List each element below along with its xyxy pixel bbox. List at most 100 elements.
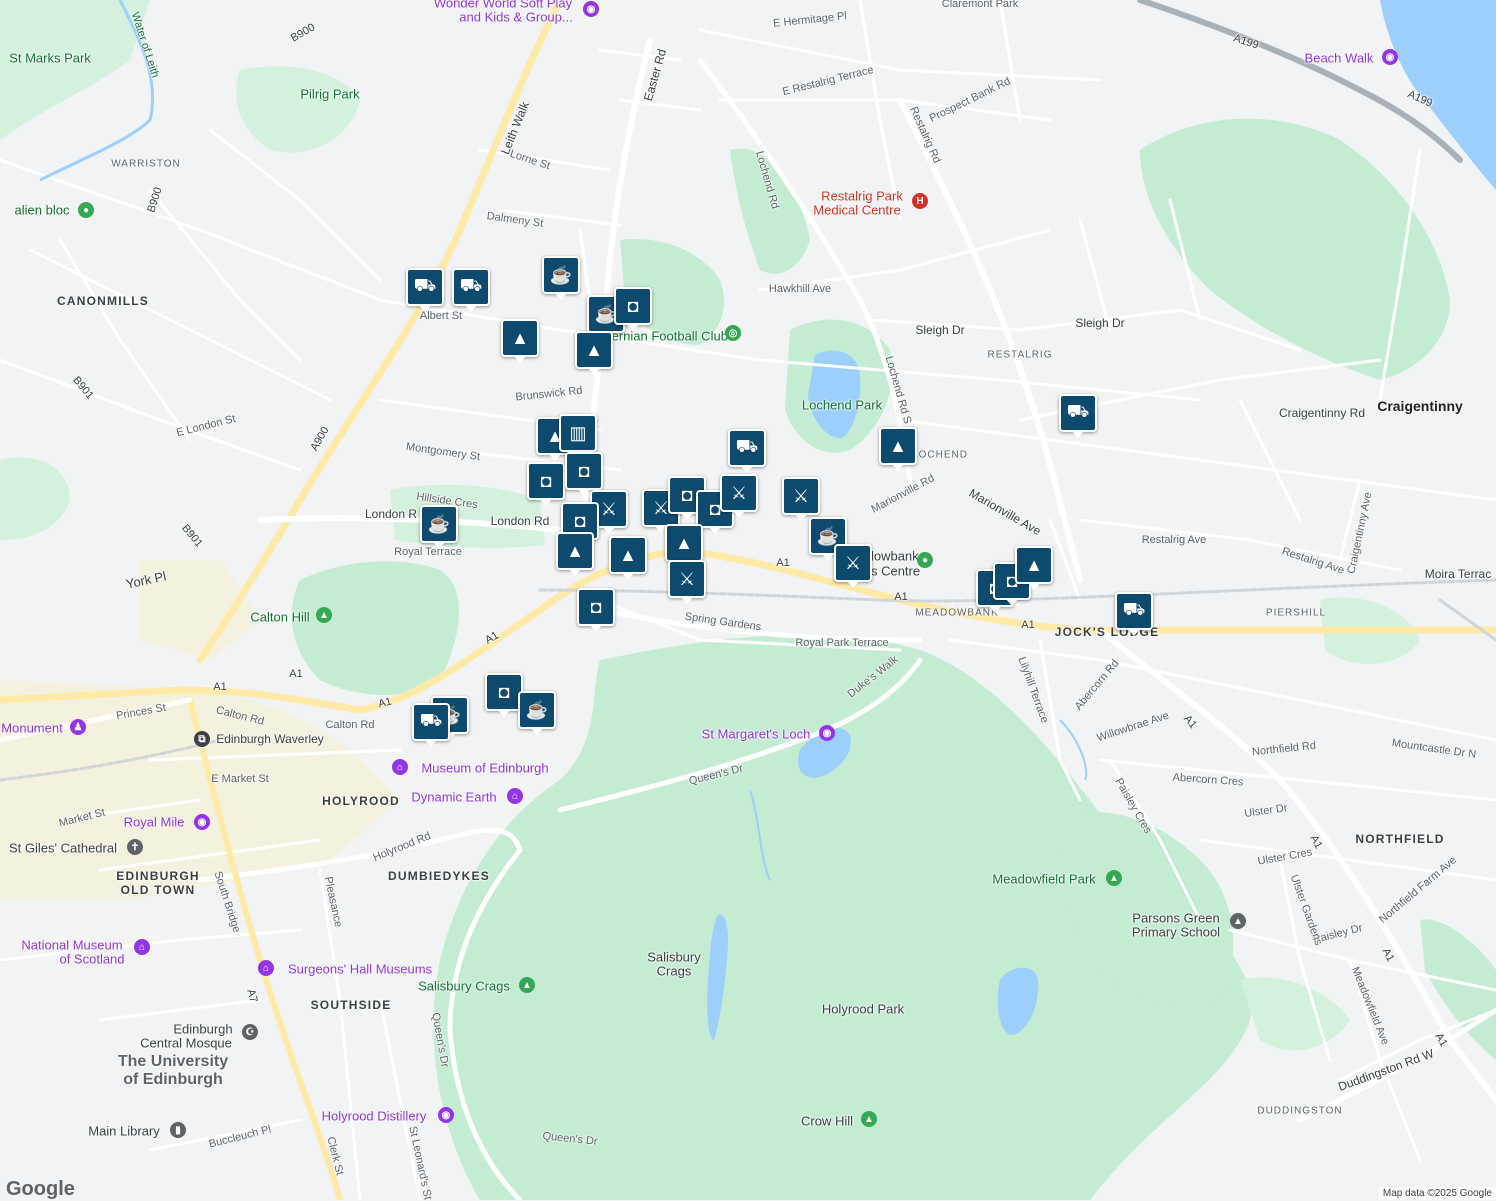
sports-icon[interactable]: ● [917, 552, 933, 568]
label-monument: Monument [1, 720, 63, 736]
school-marker[interactable]: ▲ [556, 532, 594, 576]
coffee-marker[interactable]: ☕ [420, 505, 458, 549]
shopping-bag-marker[interactable]: ◘ [565, 452, 603, 496]
restaurant-icon: ⚔ [792, 485, 810, 506]
label-northfield: NORTHFIELD [1355, 832, 1445, 846]
shopping-cart-icon: ⛟ [1122, 599, 1146, 619]
label-edinburgh-waverley: Edinburgh Waverley [216, 732, 324, 746]
label-wonder-world-2: and Kids & Group... [459, 9, 573, 25]
school-marker[interactable]: ▲ [609, 536, 647, 580]
school-icon: ▲ [889, 435, 907, 456]
tree-icon[interactable]: ▲ [316, 607, 332, 623]
school-marker[interactable]: ▲ [501, 319, 539, 363]
restaurant-icon: ⚔ [678, 568, 696, 589]
church-icon[interactable]: ✝ [127, 839, 143, 855]
label-restalrig-park-2: Medical Centre [813, 202, 901, 218]
tree-icon-2[interactable]: ▲ [519, 977, 535, 993]
school-icon: ▲ [675, 532, 693, 553]
school-marker[interactable]: ▲ [1015, 546, 1053, 590]
label-pilrig-park: Pilrig Park [300, 86, 360, 102]
shopping-bag-marker[interactable]: ◘ [527, 462, 565, 506]
train-station-icon[interactable]: ⧉ [194, 731, 210, 747]
shopping-bag-marker[interactable]: ◘ [614, 287, 652, 331]
label-moira-terrace: Moira Terrac [1424, 567, 1492, 581]
coffee-icon: ☕ [427, 513, 451, 534]
attraction-icon-2[interactable]: ◉ [819, 725, 835, 741]
label-a1-3: A1 [1021, 619, 1035, 631]
label-restalrig-ave: Restalrig Ave [1141, 534, 1207, 546]
label-southside: SOUTHSIDE [310, 998, 392, 1012]
shopping-cart-marker[interactable]: ⛟ [406, 268, 444, 312]
tree-icon-3[interactable]: ▲ [861, 1111, 877, 1127]
shopping-bag-icon: ◘ [578, 460, 590, 481]
restaurant-marker[interactable]: ⚔ [834, 544, 872, 588]
label-surgeons-hall: Surgeons' Hall Museums [287, 961, 433, 977]
school-icon[interactable]: ▲ [1230, 913, 1246, 929]
label-university-1: The University [117, 1053, 229, 1070]
museum-icon-3[interactable]: ⌂ [134, 939, 150, 955]
label-old-town: OLD TOWN [120, 883, 196, 897]
label-a1: A1 [776, 557, 790, 569]
label-duddingston: DUDDINGSTON [1257, 1105, 1343, 1117]
library-icon[interactable]: ▮ [170, 1122, 186, 1138]
attraction-icon[interactable]: ◉ [194, 814, 210, 830]
shopping-cart-icon: ⛟ [735, 436, 759, 456]
label-piershill: PIERSHILL [1265, 607, 1327, 619]
label-beach-walk: Beach Walk [1304, 50, 1374, 66]
label-salisbury: Salisbury [647, 949, 701, 965]
museum-icon-2[interactable]: ⌂ [507, 788, 523, 804]
label-crow-hill: Crow Hill [801, 1113, 853, 1129]
label-dynamic-earth: Dynamic Earth [411, 789, 497, 805]
coffee-marker[interactable]: ☕ [542, 256, 580, 300]
tree-icon-4[interactable]: ▲ [1106, 870, 1122, 886]
stadium-icon[interactable]: ◎ [725, 325, 741, 341]
attraction-icon-4[interactable]: ◉ [583, 1, 599, 17]
label-sleigh-dr-2: Sleigh Dr [1075, 316, 1125, 330]
label-parsons-green-2: Primary School [1131, 924, 1221, 940]
label-lochend-park: Lochend Park [801, 397, 883, 413]
label-lochend: LOCHEND [912, 449, 968, 461]
shopping-cart-marker[interactable]: ⛟ [728, 429, 766, 473]
google-logo: Google [6, 1178, 75, 1200]
map-attribution: Map data ©2025 Google [1378, 1187, 1496, 1200]
label-craigentinny: Craigentinny [1377, 398, 1463, 414]
monument-icon[interactable]: ♟ [70, 719, 86, 735]
restaurant-marker[interactable]: ⚔ [720, 474, 758, 518]
hospital-icon[interactable]: H [912, 193, 928, 209]
school-icon: ▲ [585, 339, 603, 360]
store-icon: ▥ [569, 422, 587, 443]
shopping-cart-marker[interactable]: ⛟ [412, 703, 450, 747]
coffee-marker[interactable]: ☕ [518, 691, 556, 735]
shopping-bag-marker[interactable]: ◘ [577, 588, 615, 632]
attraction-icon-3[interactable]: ◉ [1382, 49, 1398, 65]
label-edinburgh-mosque-1: Edinburgh [173, 1021, 233, 1037]
label-calton-hill: Calton Hill [250, 609, 310, 625]
label-hawkhill-ave: Hawkhill Ave [768, 283, 832, 295]
restaurant-icon: ⚔ [730, 482, 748, 503]
label-claremont-park: Claremont Park [941, 0, 1019, 10]
shopping-cart-marker[interactable]: ⛟ [1059, 394, 1097, 438]
shopping-cart-marker[interactable]: ⛟ [1115, 592, 1153, 636]
label-restalrig: RESTALRIG [987, 349, 1053, 361]
label-calton-rd-2: Calton Rd [325, 719, 375, 731]
store-marker[interactable]: ▥ [559, 414, 597, 458]
school-marker[interactable]: ▲ [575, 331, 613, 375]
mosque-icon[interactable]: ☪ [242, 1024, 258, 1040]
restaurant-marker[interactable]: ⚔ [782, 477, 820, 521]
alien-bloc-icon[interactable]: ● [78, 202, 94, 218]
shopping-bag-icon: ◘ [590, 596, 602, 617]
map-canvas[interactable] [0, 0, 1496, 1200]
label-warriston: WARRISTON [111, 158, 181, 170]
restaurant-marker[interactable]: ⚔ [668, 560, 706, 604]
museum-icon[interactable]: ⌂ [392, 759, 408, 775]
shopping-cart-marker[interactable]: ⛟ [452, 268, 490, 312]
school-icon: ▲ [511, 327, 529, 348]
label-royal-mile: Royal Mile [123, 814, 185, 830]
label-sleigh-dr: Sleigh Dr [915, 323, 965, 337]
school-marker[interactable]: ▲ [879, 427, 917, 471]
school-marker[interactable]: ▲ [665, 524, 703, 568]
label-london-r: London R [364, 507, 418, 521]
distillery-icon[interactable]: ◉ [438, 1107, 454, 1123]
museum-icon-4[interactable]: ⌂ [258, 960, 274, 976]
label-parsons-green-1: Parsons Green [1132, 910, 1220, 926]
